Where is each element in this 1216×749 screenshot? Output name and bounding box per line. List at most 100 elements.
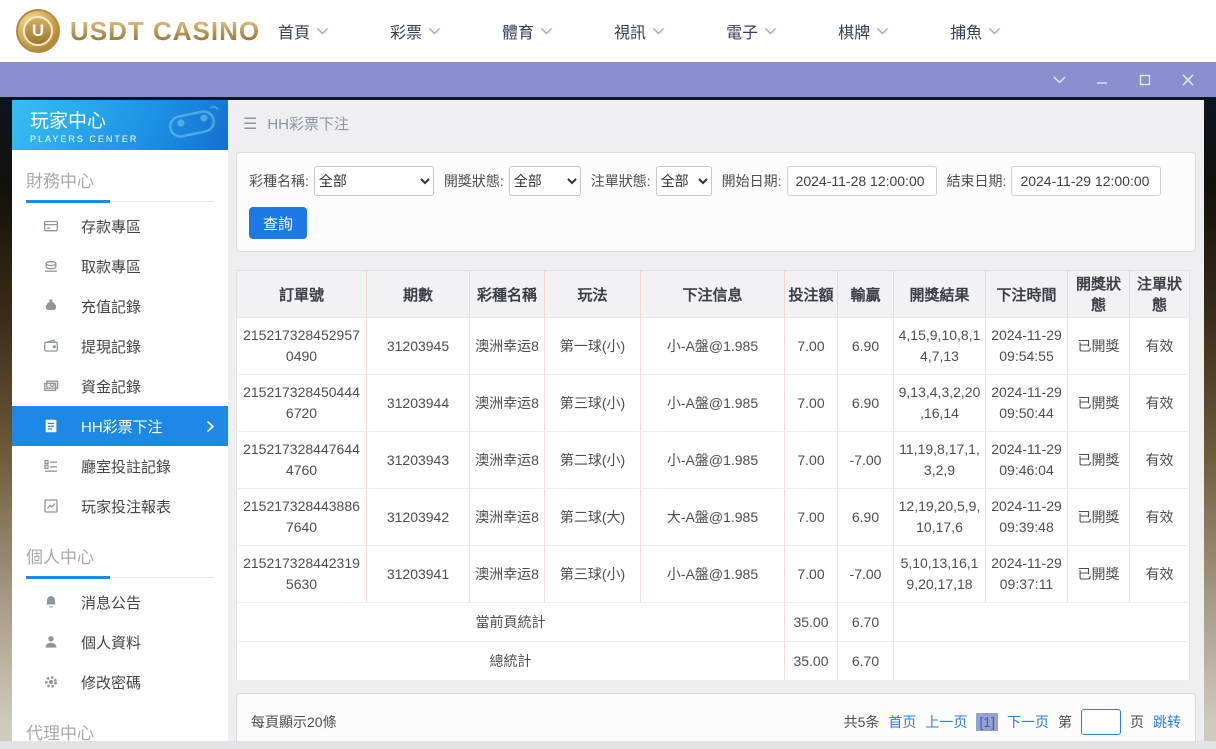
bottom-strip [0,741,1216,749]
cell-lottery: 澳洲幸运8 [469,431,545,489]
maximize-icon[interactable] [1137,72,1153,88]
first-page-link[interactable]: 首页 [888,712,916,732]
nav-label: 電子 [726,25,759,42]
sidebar-item-announcements[interactable]: 消息公告 [12,582,228,622]
col-bet-time: 下注時間 [985,270,1068,318]
sidebar-item-room-bet-record[interactable]: 廳室投註記錄 [12,446,228,486]
close-icon[interactable] [1180,72,1196,88]
start-date-input[interactable] [786,166,937,196]
cell-result: 11,19,8,17,1,3,2,9 [893,431,986,489]
cell-result: 5,10,13,16,19,20,17,18 [893,545,986,603]
cell-lottery: 澳洲幸运8 [469,317,545,375]
section-personal-center: 個人中心 [26,543,214,579]
sidebar-item-label: 取款專區 [81,258,142,276]
order-status-label: 注單狀態: [590,173,651,189]
nav-item-live[interactable]: 視訊 [614,19,664,43]
sidebar-item-change-password[interactable]: 修改密碼 [12,662,228,702]
players-center-banner: 玩家中心 PLAYERS CENTER [12,100,228,150]
col-order-status: 注單狀態 [1129,270,1190,318]
player-report-icon [43,498,59,514]
sidebar-item-recharge-record[interactable]: 充值記錄 [12,286,228,326]
nav-item-cards[interactable]: 棋牌 [838,19,888,43]
filter-panel: 彩種名稱: 全部 開獎狀態: 全部 注單狀態: 全部 開始日期: 結束日期: 查… [236,152,1196,252]
per-page-info: 每頁顯示20條 [251,713,337,730]
sidebar-item-label: 消息公告 [81,594,142,612]
cell-bet-info: 大-A盤@1.985 [640,488,785,546]
sidebar-item-funds-record[interactable]: 資金記錄 [12,366,228,406]
cell-bet-info: 小-A盤@1.985 [640,431,785,489]
cell-lottery: 澳洲幸运8 [469,488,545,546]
cell-order-id: 2152173284476444760 [236,431,367,489]
cell-play: 第一球(小) [544,317,641,375]
draw-status-select[interactable]: 全部 [508,166,581,196]
jump-button[interactable]: 跳转 [1153,712,1181,732]
sidebar-item-label: 個人資料 [81,634,142,652]
lottery-name-label: 彩種名稱: [249,173,309,189]
order-status-select[interactable]: 全部 [655,166,712,196]
sidebar-item-label: 廳室投註記錄 [81,458,172,476]
draw-status-label: 開獎狀態: [443,173,504,189]
prev-page-link[interactable]: 上一页 [925,712,967,732]
logo[interactable]: U USDT CASINO [0,9,259,53]
nav-label: 彩票 [390,25,423,42]
sidebar-item-withdrawal-record[interactable]: 提現記錄 [12,326,228,366]
collapse-icon[interactable] [1051,72,1067,88]
lottery-name-select[interactable]: 全部 [313,166,434,196]
cell-period: 31203941 [366,545,470,603]
cell-bet-amount: 7.00 [784,431,838,489]
sidebar-item-label: 資金記錄 [81,378,142,396]
nav-item-home[interactable]: 首頁 [278,19,328,43]
sidebar-item-deposit[interactable]: 存款專區 [12,206,228,246]
section-finance-center: 財務中心 [26,167,214,203]
next-page-link[interactable]: 下一页 [1007,712,1049,732]
page-number-input[interactable] [1081,708,1121,735]
cell-order-id: 2152173284529570490 [236,317,367,375]
chevron-down-icon [317,27,328,35]
chevron-down-icon [877,27,888,35]
cell-draw-status: 已開獎 [1067,488,1130,546]
page-jump-suffix: 页 [1130,713,1144,730]
table-row: 2152173284529570490 31203945 澳洲幸运8 第一球(小… [236,317,1190,375]
nav-item-fishing[interactable]: 捕魚 [950,19,1000,43]
sidebar-item-withdraw[interactable]: 取款專區 [12,246,228,286]
cell-bet-time: 2024-11-29 09:46:04 [985,431,1068,489]
cell-order-status: 有效 [1129,317,1190,375]
cell-bet-amount: 7.00 [784,317,838,375]
search-button[interactable]: 查詢 [249,207,307,239]
table-row: 2152173284476444760 31203943 澳洲幸运8 第二球(小… [236,431,1190,489]
menu-icon[interactable]: ☰ [243,114,257,134]
chevron-down-icon [541,27,552,35]
table-header-row: 訂單號 期數 彩種名稱 玩法 下注信息 投注額 輸贏 開獎結果 下注時間 開獎狀… [236,270,1190,318]
cell-result: 4,15,9,10,8,14,7,13 [893,317,986,375]
end-date-label: 結束日期: [946,173,1007,189]
bet-table: 訂單號 期數 彩種名稱 玩法 下注信息 投注額 輸贏 開獎結果 下注時間 開獎狀… [236,270,1190,681]
nav-item-slots[interactable]: 電子 [726,19,776,43]
end-date-input[interactable] [1011,166,1162,196]
current-summary-empty [893,602,1190,642]
bell-icon [43,594,59,610]
sidebar-item-profile[interactable]: 個人資料 [12,622,228,662]
funds-record-icon [43,378,59,394]
bet-table-wrap: 訂單號 期數 彩種名稱 玩法 下注信息 投注額 輸贏 開獎結果 下注時間 開獎狀… [236,270,1196,681]
col-order-id: 訂單號 [236,270,367,318]
top-navbar: U USDT CASINO 首頁 彩票 體育 視訊 電子 棋牌 捕魚 [0,0,1216,62]
cell-bet-amount: 7.00 [784,488,838,546]
sidebar-item-hh-lottery-bet[interactable]: HH彩票下注 [12,406,228,446]
cell-bet-time: 2024-11-29 09:50:44 [985,374,1068,432]
cell-period: 31203945 [366,317,470,375]
chevron-down-icon [653,27,664,35]
main-content: ☰ HH彩票下注 彩種名稱: 全部 開獎狀態: 全部 注單狀態: 全部 開始日期… [228,100,1204,749]
nav-item-lottery[interactable]: 彩票 [390,19,440,43]
cell-win-loss: 6.90 [837,317,894,375]
nav-item-sports[interactable]: 體育 [502,19,552,43]
chevron-down-icon [989,27,1000,35]
nav-label: 首頁 [278,25,311,42]
cell-win-loss: -7.00 [837,545,894,603]
cell-order-status: 有效 [1129,374,1190,432]
page-header: ☰ HH彩票下注 [228,100,1204,147]
cell-order-status: 有效 [1129,431,1190,489]
minimize-icon[interactable] [1094,72,1110,88]
current-summary-label: 當前頁統計 [236,602,785,642]
sidebar-item-player-bet-report[interactable]: 玩家投注報表 [12,486,228,526]
coin-logo-icon: U [16,9,60,53]
